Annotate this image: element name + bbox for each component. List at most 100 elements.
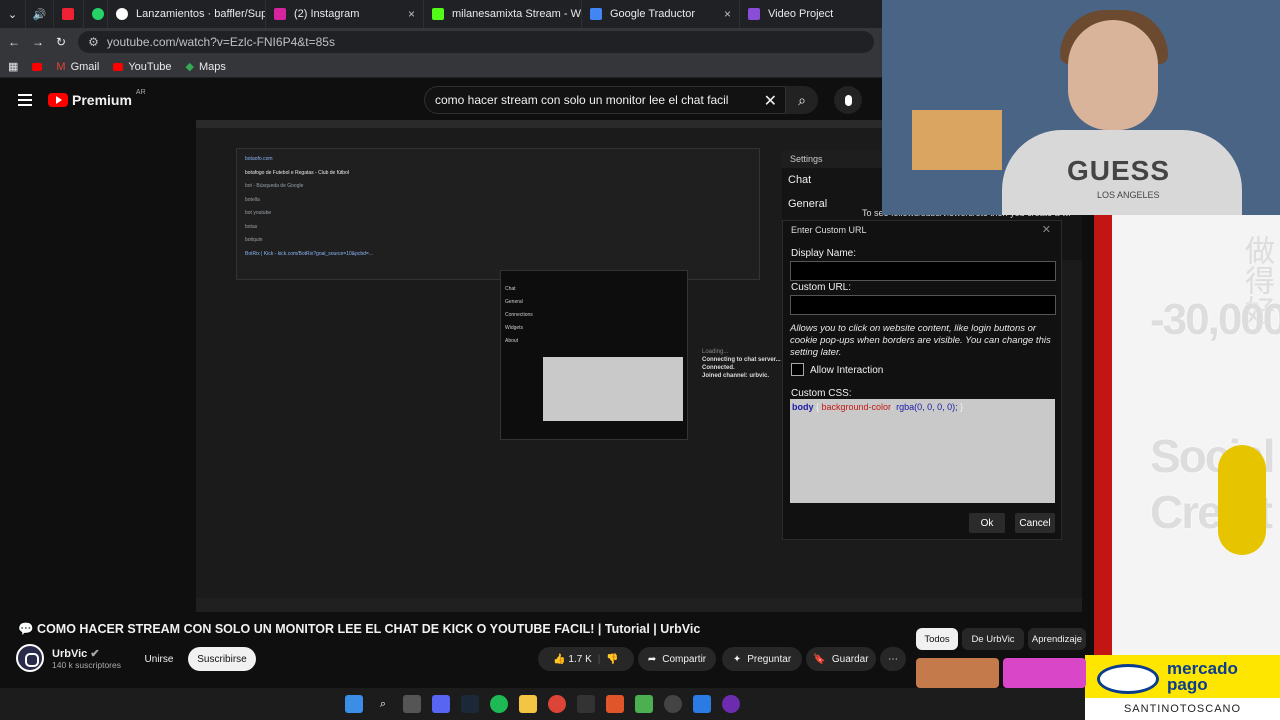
custom-css-field[interactable]: body { background-color: rgba(0, 0, 0, 0… <box>790 399 1055 503</box>
apps-icon[interactable]: ▦ <box>8 60 18 73</box>
bookmark-gmail[interactable]: M Gmail <box>56 61 99 73</box>
save-button[interactable]: 🔖 Guardar <box>806 647 876 671</box>
search-button[interactable]: ⌕ <box>786 86 818 114</box>
ask-button[interactable]: ✦ Preguntar <box>722 647 802 671</box>
tab-menu[interactable]: ⌄ <box>0 0 26 28</box>
verified-icon: ✔ <box>90 647 100 660</box>
search-icon: ⌕ <box>798 91 806 108</box>
github-icon <box>116 8 128 20</box>
video-taskbar <box>196 598 1082 612</box>
more-icon[interactable]: ⋯ <box>880 647 906 671</box>
microphone-icon <box>844 94 852 106</box>
sparkle-icon: ✦ <box>732 653 742 665</box>
bookmark-maps[interactable]: ◆ Maps <box>185 60 226 74</box>
google-translate-icon <box>590 8 602 20</box>
tab-github[interactable]: Lanzamientos · baffler/Superpo× <box>108 0 266 28</box>
bookmark-icon: 🔖 <box>813 653 826 665</box>
video-autocomplete-dropdown: botaofo.com botafogo de Futebol e Regata… <box>236 148 760 280</box>
instagram-icon <box>274 8 286 20</box>
search-icon[interactable]: ⌕ <box>374 695 392 713</box>
mercado-pago-overlay: mercado pago SANTINOTOSCANO <box>1085 655 1280 720</box>
tab-favicon <box>62 8 74 20</box>
join-button[interactable]: Unirse <box>142 647 176 671</box>
menu-icon[interactable] <box>18 94 32 106</box>
channel-name[interactable]: UrbVic ✔ <box>52 647 121 660</box>
youtube-play-icon <box>48 93 68 107</box>
share-icon: ➦ <box>647 653 657 665</box>
search-input[interactable]: como hacer stream con solo un monitor le… <box>424 86 786 114</box>
video-chat-log: Loading... Connecting to chat server... … <box>702 349 781 379</box>
task-view-icon[interactable] <box>403 695 421 713</box>
steam-icon[interactable] <box>461 695 479 713</box>
chip-aprendizaje[interactable]: Aprendizaje <box>1028 628 1086 650</box>
close-icon[interactable]: ✕ <box>1042 223 1051 236</box>
editor-icon[interactable] <box>693 695 711 713</box>
kick-icon <box>432 8 444 20</box>
close-icon[interactable]: × <box>724 7 731 21</box>
bookmark-youtube[interactable]: YouTube <box>113 61 172 73</box>
display-name-field[interactable] <box>790 261 1056 281</box>
github-icon[interactable] <box>664 695 682 713</box>
obs-icon[interactable] <box>722 695 740 713</box>
folder-icon[interactable] <box>519 695 537 713</box>
chip-de-urbvic[interactable]: De UrbVic <box>962 628 1024 650</box>
custom-url-dialog: Enter Custom URL ✕ Display Name: Custom … <box>782 220 1062 540</box>
windows-taskbar: ⌕ <box>0 688 1085 720</box>
video-title: 💬 COMO HACER STREAM CON SOLO UN MONITOR … <box>18 622 701 636</box>
maps-icon: ◆ <box>185 61 195 73</box>
back-icon[interactable]: ← <box>8 35 20 49</box>
video-settings-sidebar: Chat General Connections Widgets About <box>505 286 533 344</box>
bookmark-red[interactable] <box>32 62 43 71</box>
thumbs-up-icon: 👍 <box>553 653 566 665</box>
thumbnail[interactable] <box>1003 658 1086 688</box>
like-button[interactable]: 👍 1.7 K <box>553 654 592 665</box>
mic-app-icon[interactable] <box>606 695 624 713</box>
tab-pinned-whatsapp[interactable] <box>84 0 108 28</box>
like-dislike-group: 👍 1.7 K | 👎 <box>538 647 634 671</box>
clear-search-icon[interactable]: ✕ <box>764 91 777 111</box>
windows-start-icon[interactable] <box>345 695 363 713</box>
handshake-icon <box>1097 664 1159 694</box>
audio-app-icon[interactable] <box>577 695 595 713</box>
url-field[interactable]: ⚙ youtube.com/watch?v=Ezlc-FNI6P4&t=85s <box>78 31 874 53</box>
thumbnail[interactable] <box>916 658 999 688</box>
reload-icon[interactable]: ↻ <box>56 35 66 49</box>
custom-url-field[interactable] <box>790 295 1056 315</box>
thumbs-down-icon[interactable]: 👎 <box>606 654 618 665</box>
forward-icon[interactable]: → <box>32 35 44 49</box>
share-button[interactable]: ➦ Compartir <box>638 647 716 671</box>
emoji-icon <box>1218 445 1266 555</box>
allow-interaction-checkbox[interactable] <box>791 363 804 376</box>
discord-icon[interactable] <box>432 695 450 713</box>
tab-instagram[interactable]: (2) Instagram × <box>266 0 424 28</box>
subscribe-button[interactable]: Suscribirse <box>188 647 256 671</box>
close-icon[interactable]: × <box>408 7 415 21</box>
gmail-icon: M <box>56 60 66 73</box>
cancel-button[interactable]: Cancel <box>1015 513 1055 533</box>
address-bar-row: ← → ↻ ⚙ youtube.com/watch?v=Ezlc-FNI6P4&… <box>0 28 882 56</box>
recommended-thumbnails[interactable] <box>916 658 1086 688</box>
youtube-logo[interactable]: Premium AR <box>48 89 146 108</box>
chip-todos[interactable]: Todos <box>916 628 958 650</box>
tab-pinned-1[interactable] <box>54 0 84 28</box>
voice-search-button[interactable] <box>834 86 862 114</box>
chrome-icon[interactable] <box>548 695 566 713</box>
spotify-icon[interactable] <box>490 695 508 713</box>
video-settings-window: Chat General Connections Widgets About <box>500 270 688 440</box>
tab-translate[interactable]: Google Traductor × <box>582 0 740 28</box>
site-info-icon[interactable]: ⚙ <box>88 35 99 49</box>
video-project-icon <box>748 8 760 20</box>
whatsapp-icon <box>92 8 104 20</box>
tab-kick[interactable]: milanesamixta Stream - Watch× <box>424 0 582 28</box>
ok-button[interactable]: Ok <box>969 513 1005 533</box>
youtube-icon <box>113 62 124 71</box>
youtube-header: Premium AR como hacer stream con solo un… <box>0 80 882 120</box>
streamer-face <box>1068 20 1158 130</box>
app-icon[interactable] <box>635 695 653 713</box>
webcam-overlay: GUESS LOS ANGELES <box>882 0 1280 215</box>
channel-avatar[interactable] <box>16 644 44 672</box>
bookmarks-bar: ▦ M Gmail YouTube ◆ Maps <box>0 56 882 78</box>
video-css-box <box>543 357 683 421</box>
tab-video-project[interactable]: Video Project <box>740 0 840 28</box>
tab-audio[interactable]: 🔊 <box>26 0 54 28</box>
